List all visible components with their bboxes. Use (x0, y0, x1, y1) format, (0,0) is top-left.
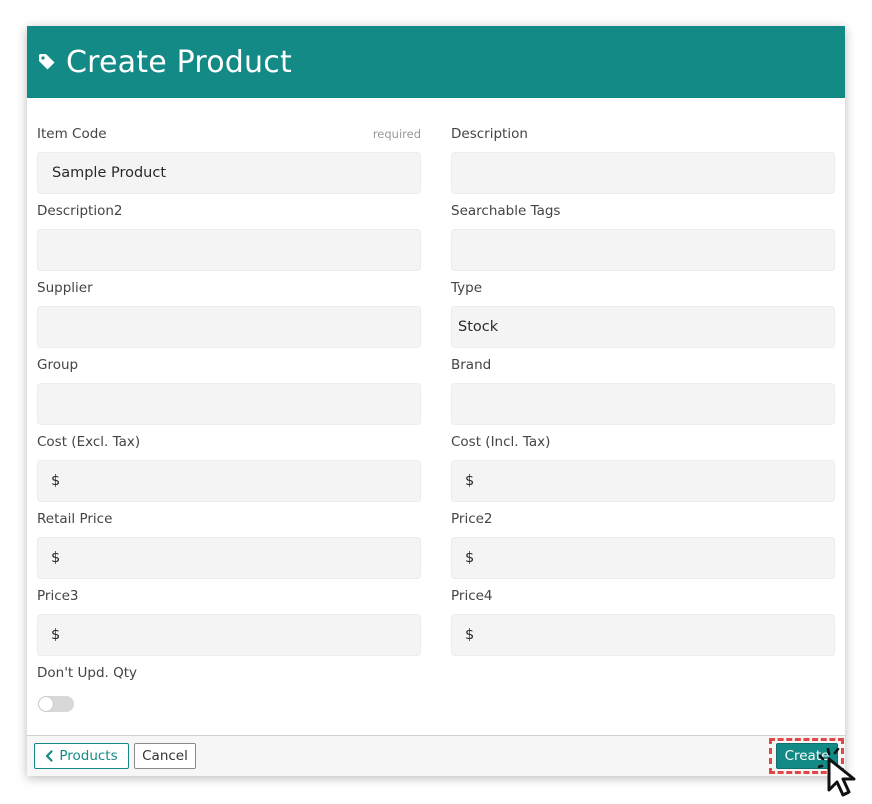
group-group: Group (37, 357, 421, 425)
chevron-left-icon (45, 750, 53, 762)
brand-select[interactable] (451, 383, 835, 425)
type-group: Type Stock (451, 280, 835, 348)
group-label: Group (37, 357, 79, 373)
price3-group: Price3 $ (37, 588, 421, 656)
item-code-group: Item Code required Sample Product (37, 126, 421, 194)
retail-price-label: Retail Price (37, 511, 113, 527)
description2-input[interactable] (37, 229, 421, 271)
brand-group: Brand (451, 357, 835, 425)
retail-price-group: Retail Price $ (37, 511, 421, 579)
searchable-tags-group: Searchable Tags (451, 203, 835, 271)
create-product-dialog: Create Product Item Code required Sample… (27, 26, 845, 776)
item-code-input[interactable]: Sample Product (37, 152, 421, 194)
searchable-tags-label: Searchable Tags (451, 203, 561, 219)
price4-label: Price4 (451, 588, 493, 604)
dialog-footer: Products Cancel Create (27, 735, 845, 776)
type-label: Type (451, 280, 483, 296)
price3-input[interactable]: $ (37, 614, 421, 656)
toggle-knob (39, 697, 53, 711)
item-code-label: Item Code (37, 126, 107, 142)
price4-input[interactable]: $ (451, 614, 835, 656)
supplier-group: Supplier (37, 280, 421, 348)
retail-price-input[interactable]: $ (37, 537, 421, 579)
required-indicator: required (372, 127, 421, 141)
type-select[interactable]: Stock (451, 306, 835, 348)
description2-label: Description2 (37, 203, 123, 219)
cost-incl-label: Cost (Incl. Tax) (451, 434, 551, 450)
description-label: Description (451, 126, 528, 142)
description-input[interactable] (451, 152, 835, 194)
supplier-select[interactable] (37, 306, 421, 348)
searchable-tags-input[interactable] (451, 229, 835, 271)
create-button[interactable]: Create (776, 743, 838, 769)
cost-incl-input[interactable]: $ (451, 460, 835, 502)
price2-input[interactable]: $ (451, 537, 835, 579)
supplier-label: Supplier (37, 280, 93, 296)
price2-group: Price2 $ (451, 511, 835, 579)
description-group: Description (451, 126, 835, 194)
cost-excl-group: Cost (Excl. Tax) $ (37, 434, 421, 502)
cancel-button[interactable]: Cancel (134, 743, 196, 769)
tag-icon (38, 53, 56, 71)
price4-group: Price4 $ (451, 588, 835, 656)
brand-label: Brand (451, 357, 492, 373)
dont-upd-qty-toggle[interactable] (38, 696, 74, 712)
cost-excl-label: Cost (Excl. Tax) (37, 434, 141, 450)
cost-incl-group: Cost (Incl. Tax) $ (451, 434, 835, 502)
group-select[interactable] (37, 383, 421, 425)
dialog-header: Create Product (27, 26, 845, 98)
dont-upd-qty-label: Don't Upd. Qty (37, 665, 138, 681)
page-title: Create Product (66, 44, 292, 80)
products-back-button[interactable]: Products (34, 743, 129, 769)
dont-upd-qty-group: Don't Upd. Qty (37, 665, 421, 685)
description2-group: Description2 (37, 203, 421, 271)
products-button-label: Products (59, 748, 118, 764)
cost-excl-input[interactable]: $ (37, 460, 421, 502)
price2-label: Price2 (451, 511, 493, 527)
price3-label: Price3 (37, 588, 79, 604)
